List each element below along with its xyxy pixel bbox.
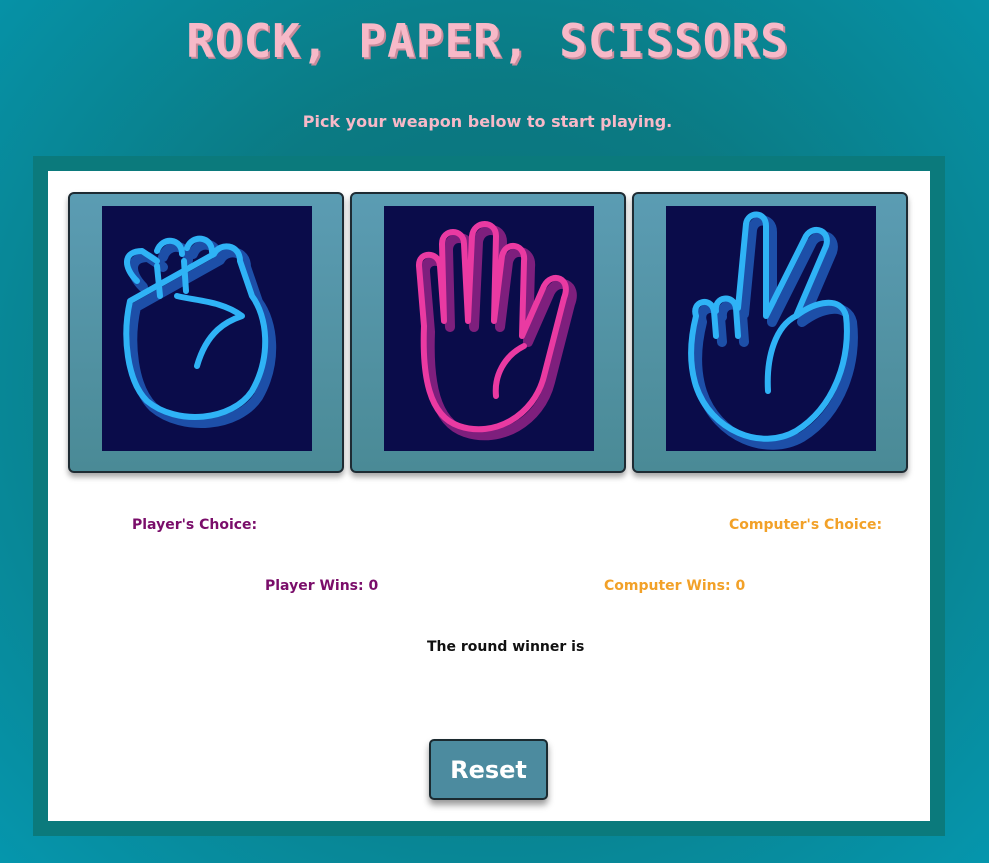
round-winner-label: The round winner is	[427, 639, 585, 655]
page-title: ROCK, PAPER, SCISSORS	[186, 14, 789, 68]
computer-wins-label: Computer Wins: 0	[604, 578, 746, 594]
rock-image	[102, 206, 312, 451]
open-hand-icon	[416, 221, 577, 441]
player-wins-label: Player Wins: 0	[265, 578, 379, 594]
paper-choice-button[interactable]	[350, 192, 626, 473]
victory-hand-icon	[688, 211, 858, 450]
player-choice-label: Player's Choice:	[132, 517, 258, 533]
page-subtitle: Pick your weapon below to start playing.	[302, 112, 673, 131]
scissors-image	[666, 206, 876, 451]
fist-icon	[123, 235, 277, 428]
scissors-choice-button[interactable]	[632, 192, 908, 473]
computer-choice-label: Computer's Choice:	[729, 517, 883, 533]
rock-choice-button[interactable]	[68, 192, 344, 473]
paper-image	[384, 206, 594, 451]
reset-button[interactable]: Reset	[429, 739, 548, 800]
